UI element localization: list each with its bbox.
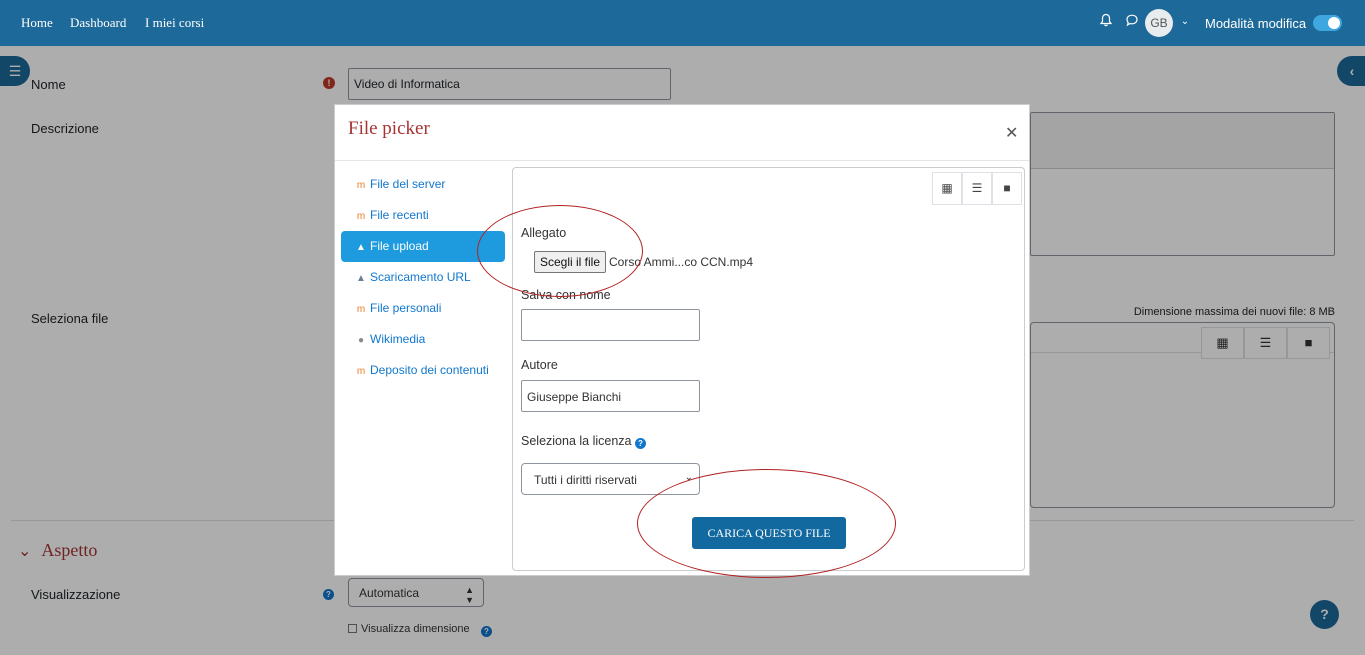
repo-item-label: File del server [370, 177, 446, 191]
upload-icon: ▲ [356, 242, 366, 253]
repo-item-scaricamento-url[interactable]: ▲ Scaricamento URL [341, 262, 505, 293]
moodle-icon: m [356, 180, 366, 191]
repo-item-label: Scaricamento URL [370, 270, 471, 284]
list-view-icon[interactable]: ☰ [962, 172, 992, 205]
user-avatar[interactable]: GB [1145, 9, 1173, 37]
folder-view-icon[interactable]: ■ [992, 172, 1022, 205]
grid-view-icon[interactable]: ▦ [932, 172, 962, 205]
close-icon[interactable]: ✕ [1005, 123, 1018, 143]
modal-divider [335, 160, 1029, 161]
bell-icon[interactable] [1097, 13, 1115, 31]
edit-mode-toggle[interactable] [1313, 15, 1342, 31]
repo-item-label: Wikimedia [370, 332, 426, 346]
autore-label: Autore [521, 358, 558, 372]
repo-item-file-recenti[interactable]: m File recenti [341, 200, 505, 231]
repo-item-label: File recenti [370, 208, 429, 222]
repo-item-file-personali[interactable]: m File personali [341, 293, 505, 324]
repository-list: m File del server m File recenti ▲ File upl… [341, 169, 505, 386]
repo-item-wikimedia[interactable]: ● Wikimedia [341, 324, 505, 355]
repo-item-label: File personali [370, 301, 442, 315]
autore-input[interactable]: Giuseppe Bianchi [521, 380, 700, 412]
moodle-icon: m [356, 366, 366, 377]
nav-dashboard-link[interactable]: Dashboard [70, 15, 126, 31]
chat-icon[interactable] [1123, 13, 1141, 31]
chevron-down-icon[interactable]: ⌄ [1176, 13, 1194, 31]
toggle-knob [1328, 17, 1340, 29]
wikimedia-icon: ● [357, 335, 365, 346]
repo-item-file-del-server[interactable]: m File del server [341, 169, 505, 200]
download-url-icon: ▲ [356, 273, 366, 284]
moodle-icon: m [356, 211, 366, 222]
salva-con-nome-input[interactable] [521, 309, 700, 341]
annotation-ellipse [637, 469, 896, 578]
modal-title: File picker [348, 118, 430, 139]
top-navbar: Home Dashboard I miei corsi GB ⌄ Modalit… [0, 0, 1365, 46]
nav-home-link[interactable]: Home [21, 15, 53, 31]
licenza-label: Seleziona la licenza [521, 434, 632, 448]
nav-my-courses-link[interactable]: I miei corsi [145, 15, 204, 31]
repo-item-label: Deposito dei contenuti [370, 363, 489, 377]
help-icon[interactable]: ? [635, 438, 646, 449]
moodle-icon: m [356, 304, 366, 315]
annotation-ellipse [477, 205, 643, 297]
repo-item-label: File upload [370, 239, 429, 253]
repo-item-deposito-contenuti[interactable]: m Deposito dei contenuti [341, 355, 505, 386]
edit-mode-label: Modalità modifica [1205, 16, 1307, 31]
select-value: Tutti i diritti riservati [534, 473, 637, 487]
